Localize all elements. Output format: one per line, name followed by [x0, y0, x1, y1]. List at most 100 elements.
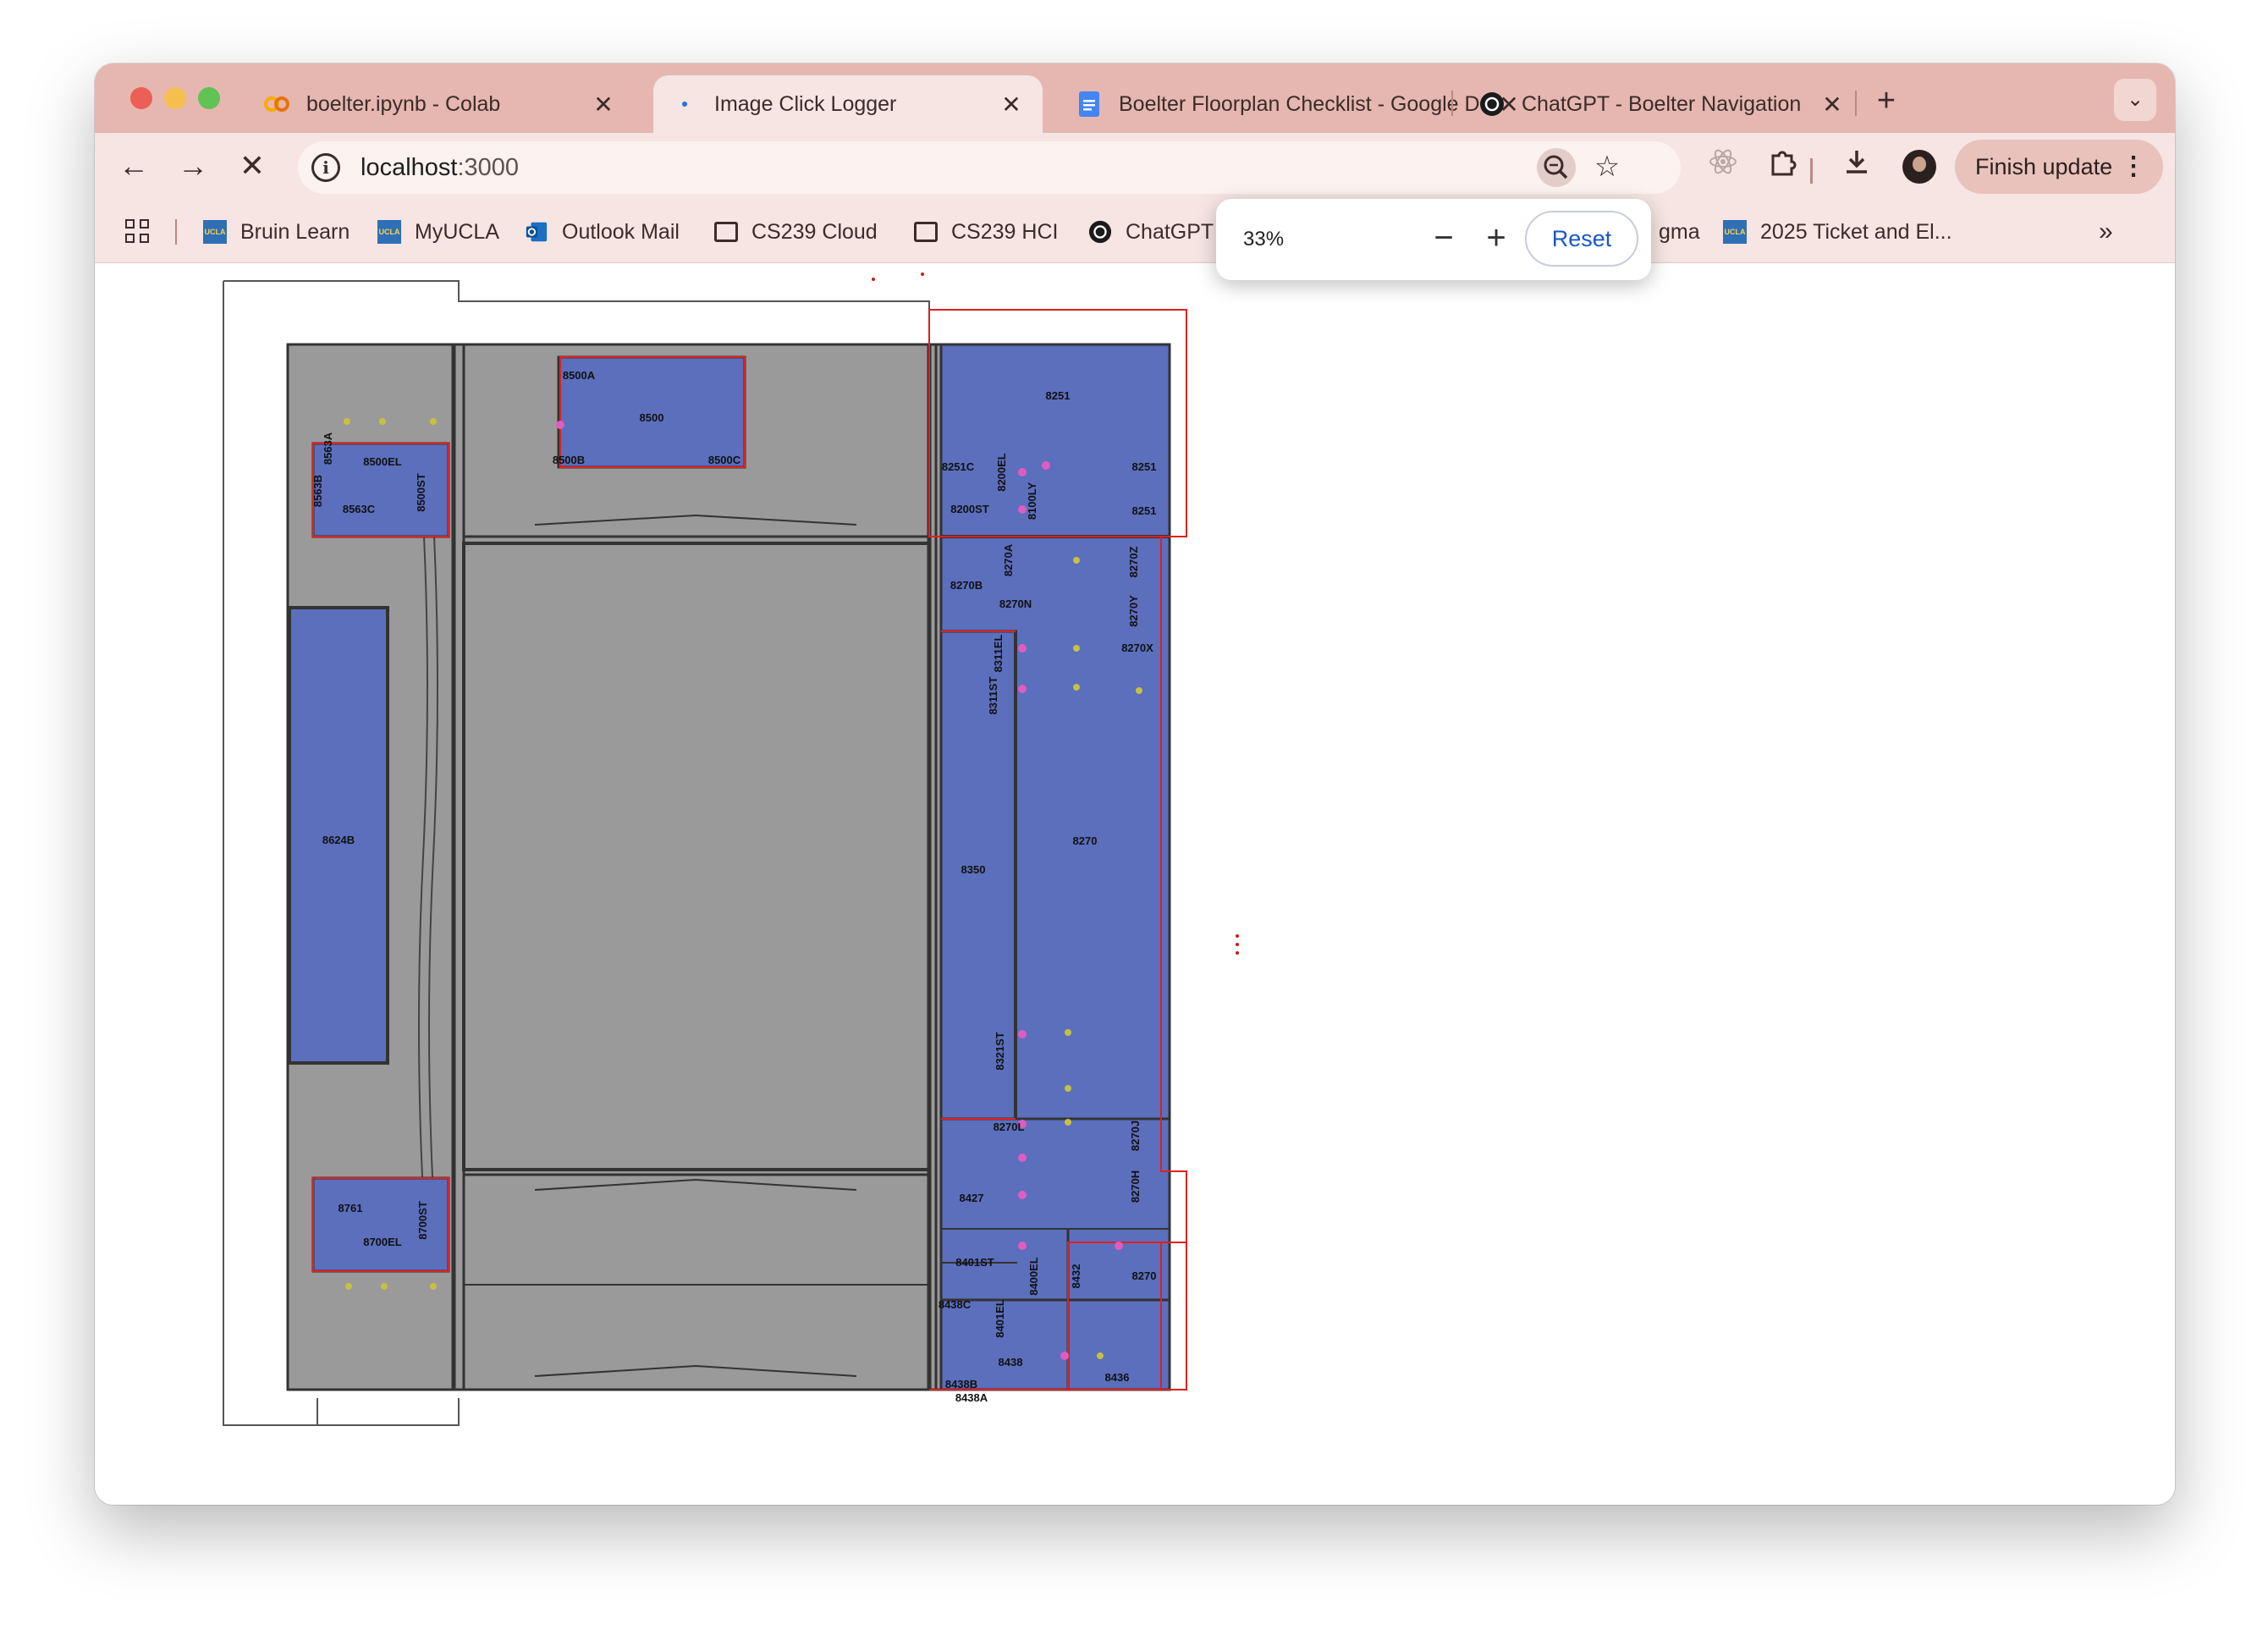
room-label: 8270Z [1127, 547, 1140, 578]
finish-update-button[interactable]: Finish update ⋮ [1955, 140, 2163, 194]
room-label: 8321ST [994, 1032, 1006, 1071]
bookmark-cs239-cloud[interactable]: CS239 Cloud [714, 201, 878, 263]
zoom-in-button[interactable]: + [1475, 218, 1517, 260]
minimize-window-button[interactable] [164, 87, 186, 109]
close-icon[interactable]: ✕ [1819, 91, 1845, 118]
room-label: 8438C [939, 1298, 972, 1311]
close-window-button[interactable] [130, 87, 152, 109]
tab-search-button[interactable]: ⌄ [2114, 79, 2156, 121]
room-label: 8270H [1129, 1170, 1142, 1203]
site-info-icon[interactable]: i [311, 153, 340, 182]
maximize-window-button[interactable] [198, 87, 220, 109]
more-menu-icon: ⋮ [2121, 152, 2146, 180]
floorplan-image[interactable]: 8500A 8500 8500B 8500C 8500EL 8500ST 856… [95, 264, 2175, 1505]
bookmark-label: ChatGPT [1126, 219, 1214, 244]
bookmark-label: 2025 Ticket and El... [1760, 219, 1952, 244]
room-label: 8438 [999, 1356, 1023, 1368]
room-label: 8436 [1105, 1371, 1130, 1384]
room-label: 8400EL [1027, 1257, 1040, 1296]
ucla-icon: UCLA [377, 220, 401, 244]
back-button[interactable]: ← [112, 145, 156, 189]
bookmark-label: MyUCLA [415, 219, 500, 244]
download-icon[interactable] [1836, 146, 1877, 187]
apps-grid-icon[interactable] [125, 219, 151, 245]
more-bookmarks-icon[interactable]: » [2099, 218, 2113, 246]
room-label: 8500 [640, 411, 664, 424]
room-label: 8438B [945, 1378, 977, 1390]
room-label: 8700EL [363, 1236, 402, 1248]
folder-icon [714, 220, 738, 244]
bookmark-label: gma [1659, 219, 1700, 244]
room-label: 8200EL [995, 453, 1008, 492]
room-label: 8500B [553, 454, 585, 466]
bookmark-chatgpt[interactable]: ChatGPT [1088, 201, 1214, 263]
room-label: 8270 [1132, 1269, 1157, 1282]
room-label: 8427 [960, 1192, 984, 1204]
chatgpt-icon [1479, 91, 1505, 117]
browser-window: boelter.ipynb - Colab ✕ Image Click Logg… [95, 63, 2175, 1505]
page-content: 8500A 8500 8500B 8500C 8500EL 8500ST 856… [95, 264, 2175, 1505]
docs-icon [1076, 91, 1102, 117]
tab-colab[interactable]: boelter.ipynb - Colab ✕ [245, 75, 635, 133]
chatgpt-icon [1088, 220, 1112, 244]
bookmark-label: CS239 Cloud [751, 219, 878, 244]
stop-loading-button[interactable]: ✕ [230, 145, 274, 189]
profile-avatar[interactable] [1902, 150, 1936, 184]
room-label: 8251 [1046, 389, 1071, 402]
ucla-icon: UCLA [1723, 220, 1747, 244]
zoom-out-button[interactable]: − [1423, 218, 1465, 260]
room-label: 8251 [1132, 504, 1157, 517]
tab-image-click-logger[interactable]: Image Click Logger ✕ [653, 75, 1043, 133]
bookmark-myucla[interactable]: UCLA MyUCLA [377, 201, 499, 263]
url-port: :3000 [457, 154, 520, 181]
room-label: 8270L [994, 1121, 1025, 1133]
bookmark-bruin-learn[interactable]: UCLA Bruin Learn [203, 201, 350, 263]
tab-separator [1855, 91, 1857, 116]
bookmarks-bar: UCLA Bruin Learn UCLA MyUCLA Outlook Mai… [95, 201, 2175, 263]
room-label: 8500ST [415, 473, 427, 512]
zoom-popup: 33% − + Reset [1216, 199, 1651, 280]
zoom-icon[interactable] [1537, 148, 1576, 187]
room-label: 8251 [1132, 460, 1157, 473]
toolbar-separator [1810, 158, 1813, 184]
room-label: 8311ST [987, 677, 999, 715]
room-label: 8270B [950, 579, 983, 592]
room-label: 8100LY [1026, 482, 1038, 520]
bookmark-cs239-hci[interactable]: CS239 HCI [914, 201, 1058, 263]
bookmark-figma[interactable]: gma [1659, 201, 1700, 263]
room-label: 8700ST [416, 1201, 429, 1240]
url-host: localhost [361, 154, 458, 181]
tab-strip: boelter.ipynb - Colab ✕ Image Click Logg… [95, 63, 2175, 133]
room-label: 8311EL [992, 635, 1005, 673]
bookmark-label: Bruin Learn [240, 219, 350, 244]
room-label: 8401EL [994, 1299, 1006, 1338]
bookmark-star-icon[interactable]: ☆ [1588, 148, 1627, 187]
bookmark-label: CS239 HCI [951, 219, 1059, 244]
address-bar[interactable]: i localhost:3000 ☆ [298, 141, 1681, 194]
tab-separator [1451, 91, 1453, 116]
room-label: 8270Y [1127, 595, 1140, 627]
room-label: 8270J [1129, 1121, 1142, 1151]
room-label: 8432 [1070, 1264, 1082, 1289]
tab-title: boelter.ipynb - Colab [306, 91, 501, 116]
bookmark-outlook-mail[interactable]: Outlook Mail [525, 201, 680, 263]
room-label: 8761 [339, 1202, 363, 1214]
bookmark-2025-ticket[interactable]: UCLA 2025 Ticket and El... [1723, 201, 1952, 263]
bookmark-label: Outlook Mail [562, 219, 680, 244]
room-label: 8563B [311, 475, 324, 507]
new-tab-button[interactable]: + [1866, 82, 1907, 123]
react-devtools-icon[interactable] [1703, 146, 1743, 187]
extensions-icon[interactable] [1762, 146, 1803, 187]
room-label: 8270N [999, 597, 1032, 610]
close-icon[interactable]: ✕ [591, 91, 616, 118]
room-label: 8500EL [363, 455, 402, 468]
forward-button[interactable]: → [171, 145, 215, 189]
zoom-level: 33% [1243, 228, 1285, 251]
room-label: 8563C [343, 503, 376, 515]
tab-title: Boelter Floorplan Checklist - Google Doc… [1119, 91, 1486, 116]
finish-update-label: Finish update [1975, 154, 2113, 179]
close-icon[interactable]: ✕ [999, 91, 1024, 118]
room-label: 8270 [1073, 834, 1098, 847]
zoom-reset-button[interactable]: Reset [1525, 211, 1638, 267]
colab-icon [264, 91, 289, 117]
